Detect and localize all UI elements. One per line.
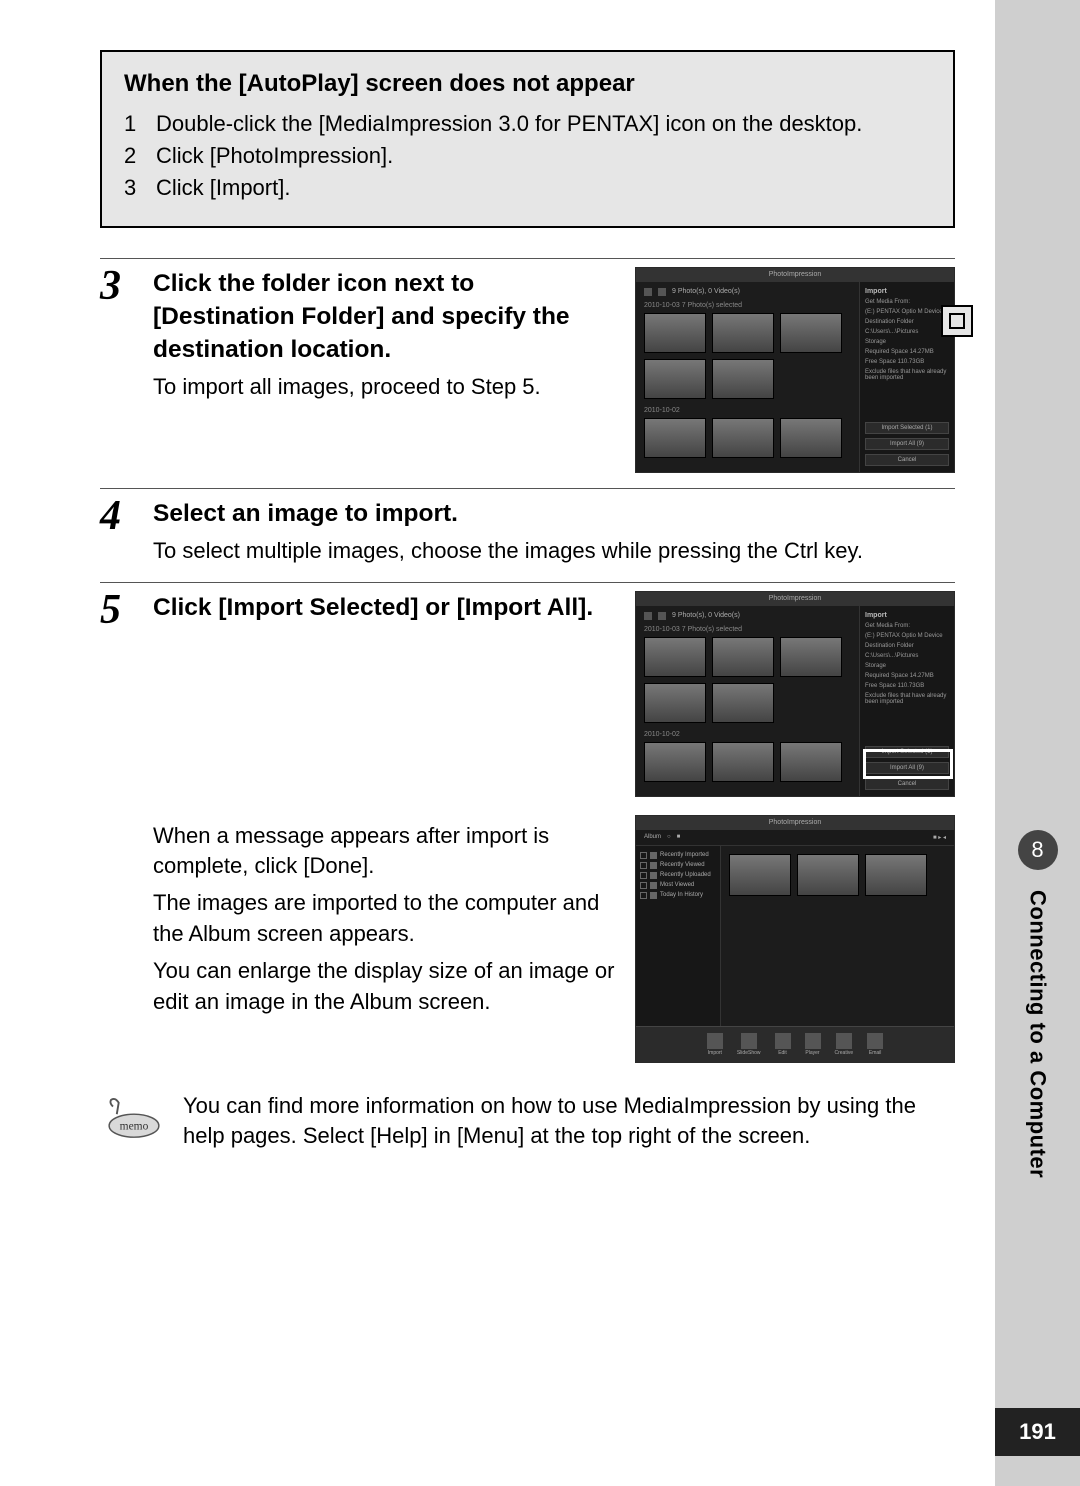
destination-folder-path: C:\Users\...\Pictures (865, 653, 949, 659)
device-name: (E:) PENTAX Optio M Device (865, 633, 949, 639)
date-group-2: 2010-10-02 (644, 731, 853, 738)
import-screenshot-2: PhotoImpression 9 Photo(s), 0 Video(s) 2… (635, 591, 955, 797)
step-5-after-1: When a message appears after import is c… (153, 821, 615, 883)
album-sidebar: Recently Imported Recently Viewed Recent… (636, 846, 721, 1026)
step-number: 3 (100, 265, 135, 473)
storage-free: Free Space 110.73GB (865, 359, 949, 365)
step-4-desc: To select multiple images, choose the im… (153, 536, 955, 567)
step-4: 4 Select an image to import. To select m… (100, 488, 955, 567)
storage-label: Storage (865, 339, 949, 345)
import-selected-button[interactable]: Import Selected (1) (865, 746, 949, 758)
get-media-from-label: Get Media From: (865, 299, 949, 305)
tool-creative[interactable]: Creative (835, 1033, 854, 1056)
date-group-1: 2010-10-03 7 Photo(s) selected (644, 626, 853, 633)
sidebar-item[interactable]: Recently Viewed (660, 862, 705, 868)
info-item: 2 Click [PhotoImpression]. (124, 140, 931, 172)
album-toolbar: Import SlideShow Edit Player Creative Em… (636, 1026, 954, 1062)
step-5-title: Click [Import Selected] or [Import All]. (153, 591, 615, 624)
sidebar-item[interactable]: Recently Uploaded (660, 872, 711, 878)
app-title: PhotoImpression (636, 268, 954, 282)
import-all-button[interactable]: Import All (9) (865, 438, 949, 450)
step-3-title: Click the folder icon next to [Destinati… (153, 267, 615, 366)
info-item-number: 3 (124, 172, 144, 204)
side-tab: 8 Connecting to a Computer 191 (995, 0, 1080, 1486)
step-3-desc: To import all images, proceed to Step 5. (153, 372, 615, 403)
import-selected-button[interactable]: Import Selected (1) (865, 422, 949, 434)
folder-icon-callout (941, 305, 973, 337)
storage-label: Storage (865, 663, 949, 669)
info-item-number: 1 (124, 108, 144, 140)
svg-text:memo: memo (120, 1120, 149, 1132)
page-number: 191 (995, 1408, 1080, 1456)
exclude-imported-label: Exclude files that have already been imp… (865, 369, 949, 381)
device-name: (E:) PENTAX Optio M Device (865, 309, 949, 315)
import-all-button[interactable]: Import All (9) (865, 762, 949, 774)
step-number: 5 (100, 589, 135, 1063)
step-4-title: Select an image to import. (153, 497, 955, 530)
sidebar-item[interactable]: Today In History (660, 892, 703, 898)
cancel-button[interactable]: Cancel (865, 454, 949, 466)
tool-edit[interactable]: Edit (775, 1033, 791, 1056)
media-count: 9 Photo(s), 0 Video(s) (672, 612, 740, 619)
autoplay-info-box: When the [AutoPlay] screen does not appe… (100, 50, 955, 228)
date-group-2: 2010-10-02 (644, 407, 853, 414)
step-3: 3 Click the folder icon next to [Destina… (100, 258, 955, 473)
tool-player[interactable]: Player (805, 1033, 821, 1056)
tool-import[interactable]: Import (707, 1033, 723, 1056)
step-number: 4 (100, 495, 135, 567)
exclude-imported-label: Exclude files that have already been imp… (865, 693, 949, 705)
info-item: 1 Double-click the [MediaImpression 3.0 … (124, 108, 931, 140)
album-screenshot: PhotoImpression Album ○■■ ▸ ◂ Recently I… (635, 815, 955, 1063)
tool-email[interactable]: Email (867, 1033, 883, 1056)
tool-slideshow[interactable]: SlideShow (737, 1033, 761, 1056)
storage-required: Required Space 14.27MB (865, 673, 949, 679)
info-item-number: 2 (124, 140, 144, 172)
info-item-text: Click [PhotoImpression]. (156, 140, 393, 172)
chapter-number-badge: 8 (1018, 830, 1058, 870)
date-group-1: 2010-10-03 7 Photo(s) selected (644, 302, 853, 309)
info-item: 3 Click [Import]. (124, 172, 931, 204)
import-screenshot-1: PhotoImpression 9 Photo(s), 0 Video(s) 2… (635, 267, 955, 473)
sidebar-item[interactable]: Recently Imported (660, 852, 709, 858)
storage-required: Required Space 14.27MB (865, 349, 949, 355)
storage-free: Free Space 110.73GB (865, 683, 949, 689)
info-box-title: When the [AutoPlay] screen does not appe… (124, 70, 931, 98)
destination-folder-label: Destination Folder (865, 643, 949, 649)
import-panel-title: Import (865, 612, 949, 619)
chapter-side-title: Connecting to a Computer (1025, 890, 1051, 1178)
step-5-after-2: The images are imported to the computer … (153, 888, 615, 950)
cancel-button[interactable]: Cancel (865, 778, 949, 790)
import-panel-title: Import (865, 288, 949, 295)
media-count: 9 Photo(s), 0 Video(s) (672, 288, 740, 295)
app-title: PhotoImpression (636, 592, 954, 606)
step-5-after-3: You can enlarge the display size of an i… (153, 956, 615, 1018)
sidebar-item[interactable]: Most Viewed (660, 882, 694, 888)
step-5: 5 Click [Import Selected] or [Import All… (100, 582, 955, 1063)
memo-text: You can find more information on how to … (183, 1091, 955, 1153)
memo-note: memo You can find more information on ho… (100, 1091, 955, 1153)
destination-folder-label: Destination Folder (865, 319, 949, 325)
get-media-from-label: Get Media From: (865, 623, 949, 629)
folder-icon (949, 313, 965, 329)
album-header: Album (644, 834, 661, 840)
info-item-text: Double-click the [MediaImpression 3.0 fo… (156, 108, 862, 140)
app-title: PhotoImpression (636, 816, 954, 830)
info-item-text: Click [Import]. (156, 172, 290, 204)
destination-folder-path: C:\Users\...\Pictures (865, 329, 949, 335)
memo-icon: memo (105, 1097, 165, 1146)
